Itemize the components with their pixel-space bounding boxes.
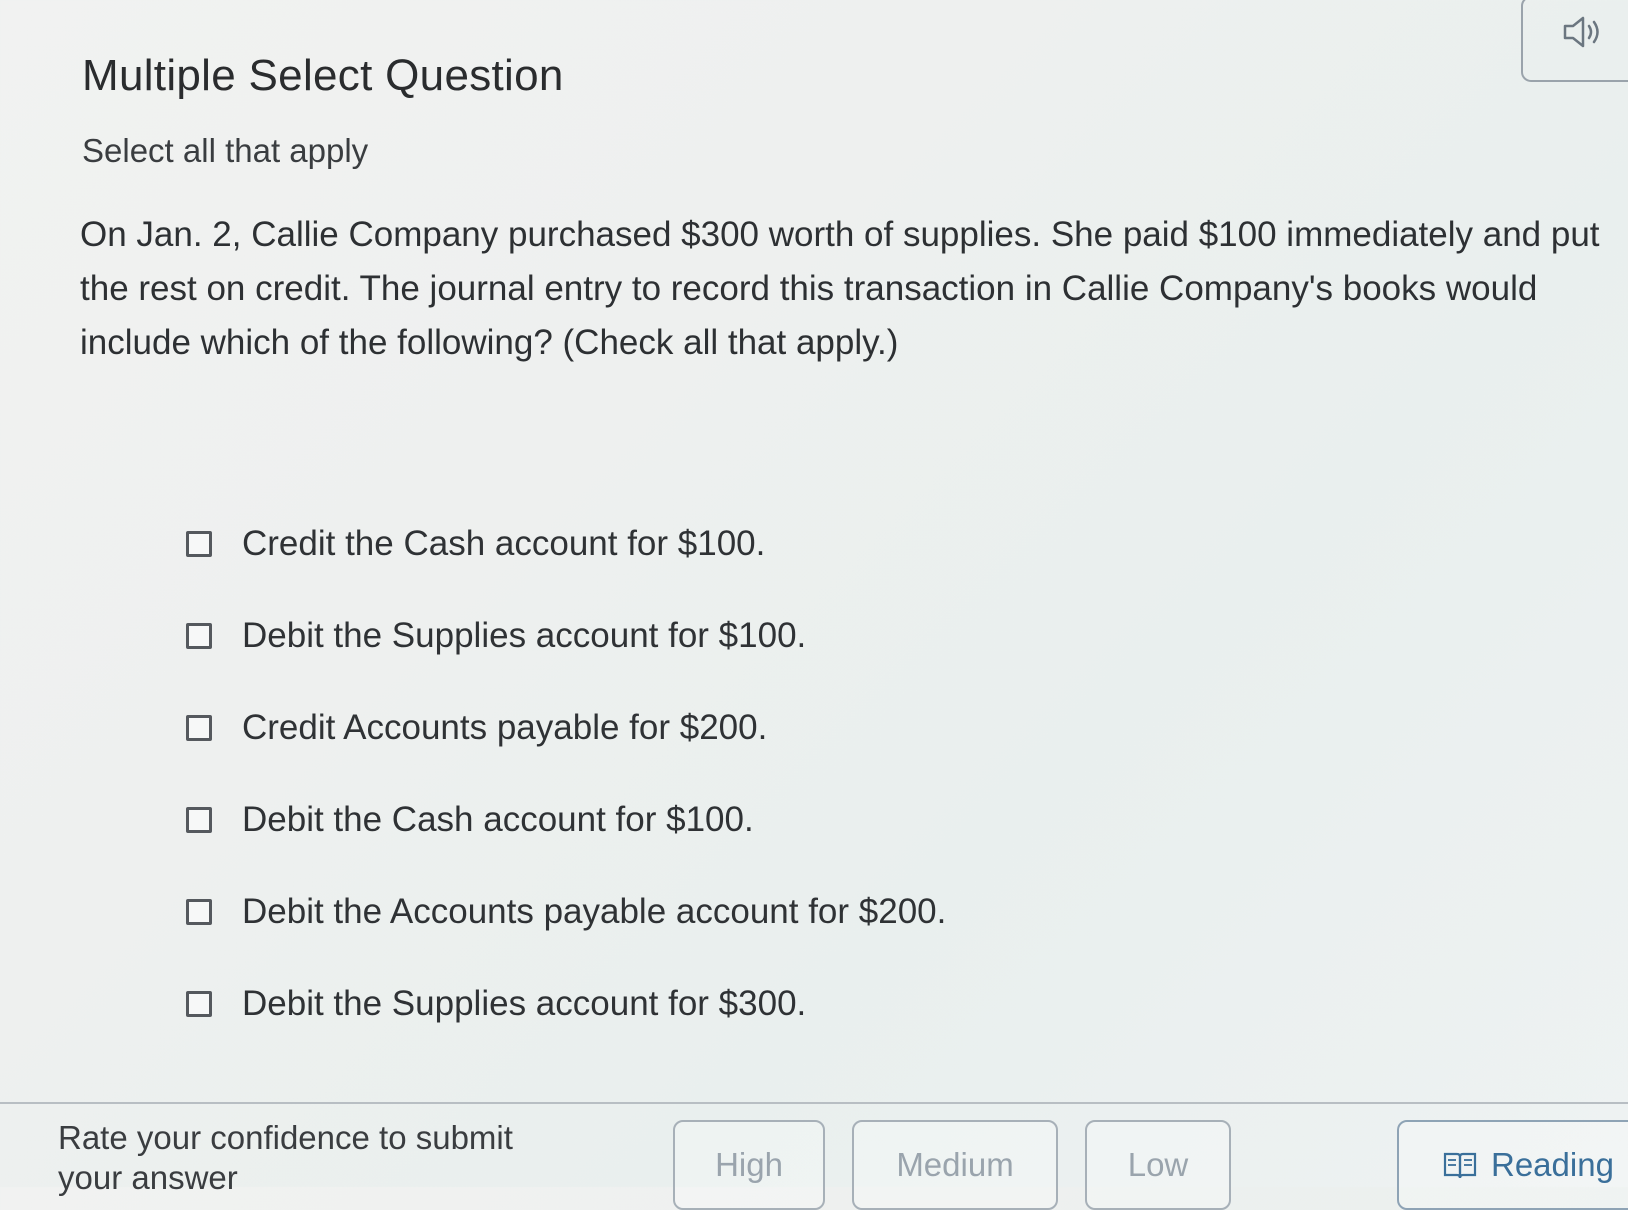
option-label: Credit Accounts payable for $200.: [242, 708, 768, 747]
option-debit-cash-100[interactable]: Debit the Cash account for $100.: [186, 774, 946, 866]
checkbox[interactable]: [186, 899, 212, 925]
option-debit-accounts-payable-200[interactable]: Debit the Accounts payable account for $…: [186, 866, 946, 958]
option-label: Debit the Supplies account for $300.: [242, 984, 807, 1023]
option-debit-supplies-100[interactable]: Debit the Supplies account for $100.: [186, 590, 946, 682]
confidence-medium-button[interactable]: Medium: [852, 1120, 1058, 1210]
read-aloud-button[interactable]: [1521, 0, 1628, 82]
book-icon: [1443, 1152, 1477, 1179]
question-text: On Jan. 2, Callie Company purchased $300…: [80, 215, 1600, 362]
checkbox[interactable]: [186, 807, 212, 833]
reading-button[interactable]: Reading: [1397, 1120, 1628, 1210]
option-label: Debit the Cash account for $100.: [242, 800, 754, 839]
page-title: Multiple Select Question: [82, 51, 564, 101]
checkbox[interactable]: [186, 715, 212, 741]
confidence-label: Rate your confidence to submit your answ…: [58, 1119, 513, 1196]
option-credit-accounts-payable-200[interactable]: Credit Accounts payable for $200.: [186, 682, 946, 774]
confidence-low-button[interactable]: Low: [1085, 1120, 1231, 1210]
option-label: Credit the Cash account for $100.: [242, 524, 766, 563]
checkbox[interactable]: [186, 991, 212, 1017]
speaker-icon: [1563, 16, 1599, 48]
checkbox[interactable]: [186, 623, 212, 649]
option-label: Debit the Supplies account for $100.: [242, 616, 807, 655]
checkbox[interactable]: [186, 531, 212, 557]
footer-divider: [0, 1102, 1628, 1104]
option-label: Debit the Accounts payable account for $…: [242, 892, 947, 931]
confidence-high-button[interactable]: High: [673, 1120, 825, 1210]
reading-button-label: Reading: [1491, 1146, 1614, 1183]
option-credit-cash-100[interactable]: Credit the Cash account for $100.: [186, 498, 946, 590]
option-debit-supplies-300[interactable]: Debit the Supplies account for $300.: [186, 958, 946, 1050]
options-list: Credit the Cash account for $100. Debit …: [186, 498, 946, 1050]
instruction-text: Select all that apply: [82, 132, 369, 169]
